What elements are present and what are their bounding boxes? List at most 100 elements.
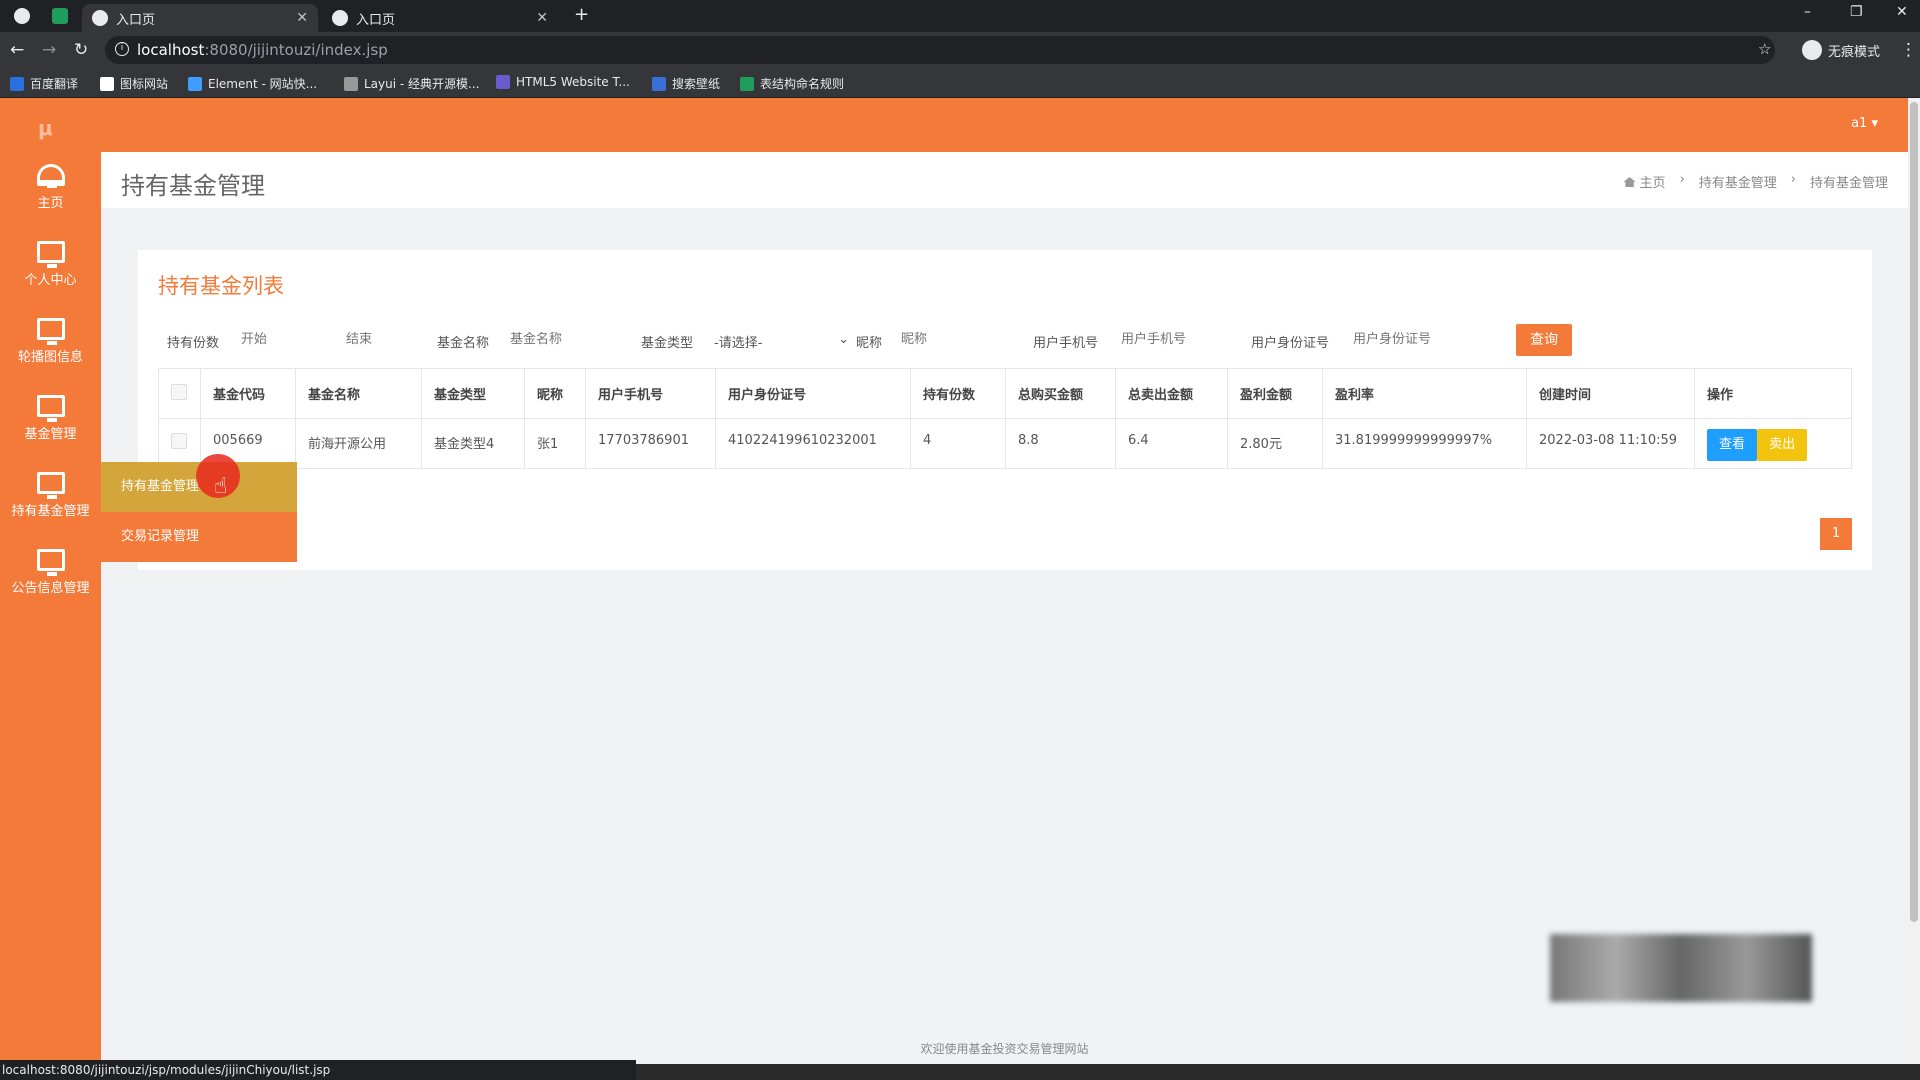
sidebar-item-holdings[interactable]: 持有基金管理 <box>0 472 101 542</box>
user-menu[interactable]: a1 ▾ <box>1851 116 1878 131</box>
breadcrumb-item[interactable]: 持有基金管理 <box>1699 172 1777 191</box>
column-header: 基金类型 <box>421 368 525 419</box>
total-sell-cell: 6.4 <box>1115 418 1228 469</box>
bookmark-item[interactable]: 图标网站 <box>100 75 168 92</box>
back-icon[interactable]: ← <box>10 40 24 60</box>
sidebar: μ 主页 个人中心 轮播图信息 基金管理 持有基金管理 公告信息管理 <box>0 98 101 1064</box>
sidebar-item-label: 基金管理 <box>24 427 77 442</box>
close-icon[interactable]: ✕ <box>296 10 308 26</box>
column-header: 创建时间 <box>1526 368 1695 419</box>
bookmark-label: 图标网站 <box>120 77 169 91</box>
breadcrumb-label: 主页 <box>1639 176 1666 191</box>
sidebar-item-carousel[interactable]: 轮播图信息 <box>0 318 101 388</box>
fund-name-input[interactable] <box>510 332 610 347</box>
fund-type-select[interactable]: -请选择- ⌄ <box>714 332 849 351</box>
column-header: 昵称 <box>524 368 586 419</box>
created-time-cell: 2022-03-08 11:10:59 <box>1526 418 1695 469</box>
phone-input[interactable] <box>1121 332 1231 347</box>
forward-icon[interactable]: → <box>42 40 56 60</box>
row-checkbox[interactable] <box>171 433 187 449</box>
wallpaper-icon <box>652 76 666 91</box>
flyout-item-transactions[interactable]: 交易记录管理 <box>101 512 297 562</box>
page-title: 持有基金管理 <box>121 172 265 200</box>
bookmark-label: Element - 网站快... <box>208 77 318 91</box>
list-card: 持有基金列表 持有份数 基金名称 基金类型 -请选择- ⌄ 昵称 用户手机号 用户… <box>138 250 1872 570</box>
shares-cell: 4 <box>910 418 1006 469</box>
column-header: 总卖出金额 <box>1115 368 1228 419</box>
card-title: 持有基金列表 <box>158 274 284 298</box>
monitor-icon <box>36 241 65 268</box>
page-scrollbar[interactable] <box>1908 98 1920 1064</box>
html5-icon <box>496 75 510 89</box>
incognito-label: 无痕模式 <box>1827 44 1880 60</box>
url-input[interactable]: localhost:8080/jijintouzi/index.jsp <box>105 36 1775 64</box>
scrollbar-thumb[interactable] <box>1910 102 1918 922</box>
bookmark-label: 搜索壁纸 <box>672 77 721 91</box>
column-header: 用户身份证号 <box>715 368 911 419</box>
breadcrumb-separator: › <box>1679 172 1685 187</box>
bookmark-item[interactable]: 表结构命名规则 <box>740 75 844 92</box>
shares-end-input[interactable] <box>346 332 426 347</box>
phone-cell: 17703786901 <box>585 418 716 469</box>
bookmark-item[interactable]: 搜索壁纸 <box>652 75 720 92</box>
home-icon <box>1623 177 1636 187</box>
idcard-input[interactable] <box>1353 332 1483 347</box>
fund-name-label: 基金名称 <box>437 336 490 351</box>
column-header: 用户手机号 <box>585 368 716 419</box>
holdings-table: 基金代码 基金名称 基金类型 昵称 用户手机号 用户身份证号 持有份数 总购买金… <box>158 368 1852 469</box>
idcard-cell: 410224199610232001 <box>715 418 911 469</box>
breadcrumb-current: 持有基金管理 <box>1809 176 1888 191</box>
column-header: 盈利金额 <box>1227 368 1323 419</box>
tab-active[interactable]: 入口页 ✕ <box>82 4 318 32</box>
sidebar-item-announcements[interactable]: 公告信息管理 <box>0 549 101 619</box>
view-button[interactable]: 查看 <box>1707 429 1757 461</box>
top-header: a1 ▾ <box>0 98 1908 152</box>
total-buy-cell: 8.8 <box>1005 418 1116 469</box>
window-close-icon[interactable]: ✕ <box>1896 4 1908 20</box>
pinned-tab-icon[interactable] <box>52 8 68 24</box>
bookmark-item[interactable]: 百度翻译 <box>10 75 78 92</box>
close-icon[interactable]: ✕ <box>536 10 548 26</box>
url-path: :8080/jijintouzi/index.jsp <box>204 41 388 59</box>
restore-icon[interactable]: ❐ <box>1850 4 1863 20</box>
select-all-cell <box>158 368 201 419</box>
phone-label: 用户手机号 <box>1033 336 1099 351</box>
blurred-overlay <box>1550 934 1812 1002</box>
bookmark-item[interactable]: HTML5 Website T... <box>496 75 630 89</box>
info-icon[interactable]: i <box>115 42 129 56</box>
breadcrumb-home[interactable]: 主页 <box>1623 172 1666 191</box>
tab-inactive[interactable]: 入口页 ✕ <box>322 4 558 32</box>
fund-type-cell: 基金类型4 <box>421 418 525 469</box>
shares-start-input[interactable] <box>241 332 321 347</box>
minimize-icon[interactable]: – <box>1804 4 1811 20</box>
sidebar-item-home[interactable]: 主页 <box>0 164 101 234</box>
bookmarks-bar: 百度翻译 图标网站 Element - 网站快... Layui - 经典开源模… <box>0 68 1920 98</box>
nickname-input[interactable] <box>901 332 1001 347</box>
browser-menu-icon[interactable] <box>14 8 30 24</box>
sidebar-item-personal-center[interactable]: 个人中心 <box>0 241 101 311</box>
page-number-button[interactable]: 1 <box>1820 518 1852 550</box>
sidebar-item-label: 公告信息管理 <box>11 581 90 596</box>
sell-button[interactable]: 卖出 <box>1757 429 1808 461</box>
column-header: 基金代码 <box>200 368 296 419</box>
select-all-checkbox[interactable] <box>171 383 187 400</box>
tab-title: 入口页 <box>116 12 156 28</box>
fund-type-label: 基金类型 <box>641 336 694 351</box>
sidebar-item-fund-management[interactable]: 基金管理 <box>0 395 101 465</box>
shares-label: 持有份数 <box>167 336 220 351</box>
bookmark-label: HTML5 Website T... <box>516 75 630 89</box>
profit-cell: 2.80元 <box>1227 418 1323 469</box>
incognito-indicator[interactable]: 无痕模式 <box>1801 40 1880 60</box>
bookmark-item[interactable]: Element - 网站快... <box>188 75 317 92</box>
bookmark-item[interactable]: Layui - 经典开源模... <box>344 75 479 92</box>
new-tab-icon[interactable]: + <box>574 4 589 25</box>
star-icon[interactable]: ☆ <box>1758 40 1771 58</box>
reload-icon[interactable]: ↻ <box>74 40 88 60</box>
query-button[interactable]: 查询 <box>1516 324 1572 356</box>
address-bar: ← → ↻ localhost:8080/jijintouzi/index.js… <box>0 32 1920 68</box>
browser-kebab-icon[interactable]: ⋮ <box>1900 40 1917 60</box>
column-header: 持有份数 <box>910 368 1006 419</box>
sheet-icon <box>740 76 754 91</box>
user-name: a1 <box>1851 116 1868 131</box>
dashboard-icon <box>36 164 65 188</box>
